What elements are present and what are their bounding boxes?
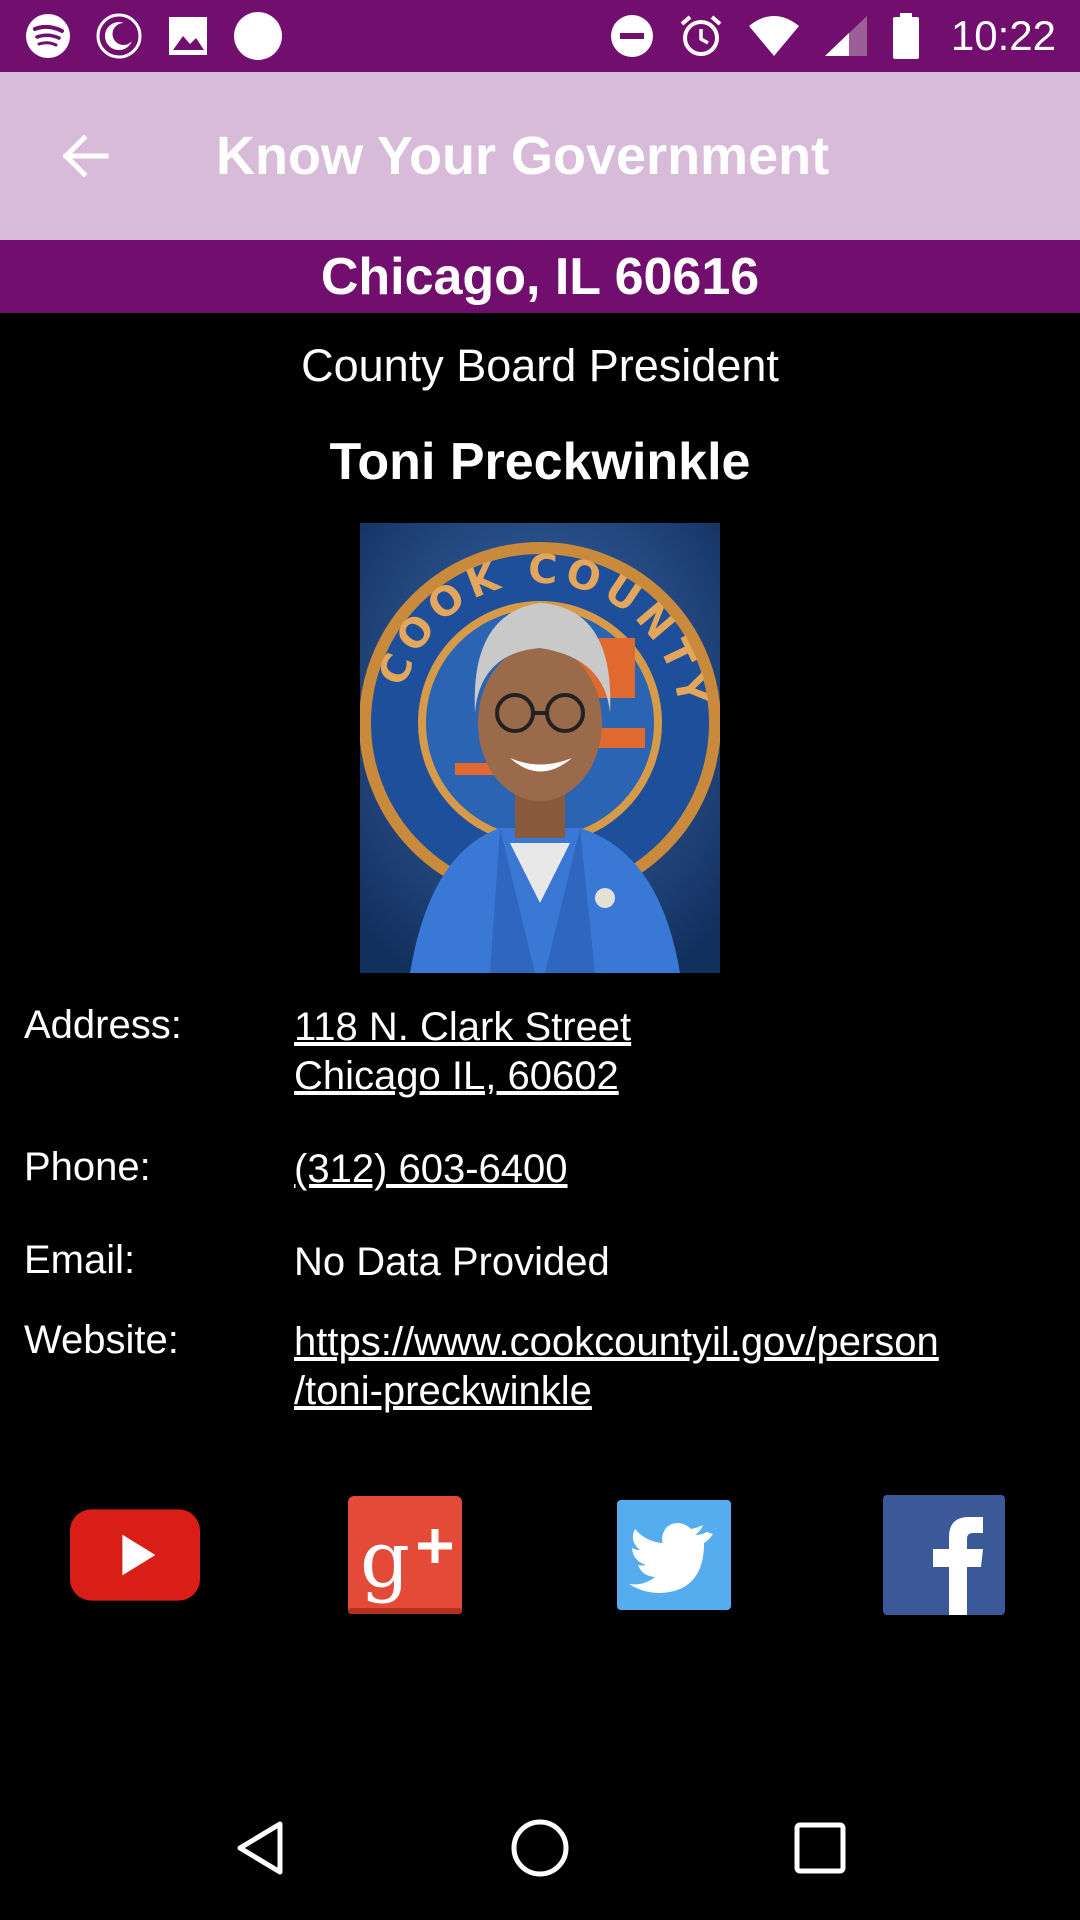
email-label: Email:	[24, 1238, 136, 1282]
battery-icon	[892, 13, 919, 59]
status-time: 10:22	[950, 12, 1056, 59]
recents-square-icon	[794, 1822, 846, 1874]
arrow-left-icon	[62, 134, 109, 178]
address-link[interactable]: 118 N. Clark Street Chicago IL, 60602	[294, 1003, 631, 1101]
app-title: Know Your Government	[216, 126, 830, 186]
youtube-button[interactable]	[70, 1490, 200, 1620]
phone-link[interactable]: (312) 603-6400	[294, 1145, 568, 1194]
website-row: Website: https://www.cookcountyil.gov/pe…	[24, 1318, 1064, 1418]
nav-recents-button[interactable]	[760, 1788, 880, 1908]
address-line-1: 118 N. Clark Street	[294, 1005, 632, 1049]
google-plus-icon: g	[348, 1496, 462, 1614]
location-bar: Chicago, IL 60616	[0, 240, 1080, 313]
google-plus-button[interactable]: g	[340, 1490, 470, 1620]
circle-icon	[234, 12, 282, 60]
status-icons-left	[24, 10, 284, 62]
svg-text:g: g	[360, 1515, 410, 1605]
facebook-button[interactable]	[879, 1490, 1009, 1620]
back-button[interactable]	[0, 72, 168, 240]
status-icons-right: 10:22	[609, 12, 1056, 60]
wifi-icon	[748, 16, 799, 56]
address-line-2: Chicago IL, 60602	[294, 1054, 619, 1098]
phone-row: Phone: (312) 603-6400	[24, 1145, 1064, 1205]
email-value: No Data Provided	[294, 1240, 610, 1284]
alarm-icon	[680, 15, 722, 56]
app-bar: Know Your Government	[0, 72, 1080, 240]
nav-home-button[interactable]	[480, 1788, 600, 1908]
twitter-button[interactable]	[609, 1490, 739, 1620]
email-row: Email: No Data Provided	[24, 1238, 1064, 1298]
status-bar: 10:22	[0, 0, 1080, 72]
facebook-icon	[883, 1495, 1005, 1615]
image-icon	[169, 17, 207, 55]
back-triangle-icon	[237, 1821, 283, 1875]
official-name: Toni Preckwinkle	[329, 433, 751, 491]
website-link[interactable]: https://www.cookcountyil.gov/person /ton…	[294, 1318, 939, 1416]
navigation-bar	[0, 1776, 1080, 1920]
address-label: Address:	[24, 1003, 182, 1047]
spotify-icon	[26, 14, 70, 58]
website-line-1: https://www.cookcountyil.gov/person	[294, 1320, 939, 1364]
twitter-icon	[617, 1500, 731, 1610]
office-title: County Board President	[301, 340, 779, 391]
do-not-disturb-icon	[610, 15, 653, 57]
signal-icon	[824, 16, 867, 56]
website-line-2: /toni-preckwinkle	[294, 1369, 592, 1413]
moon-icon	[96, 13, 142, 59]
youtube-icon	[70, 1509, 200, 1601]
home-circle-icon	[511, 1819, 569, 1877]
phone-label: Phone:	[24, 1145, 151, 1189]
website-label: Website:	[24, 1318, 179, 1362]
official-photo: COOK COUNTY	[360, 523, 720, 973]
address-row: Address: 118 N. Clark Street Chicago IL,…	[24, 1003, 1064, 1103]
nav-back-button[interactable]	[200, 1788, 320, 1908]
location-text: Chicago, IL 60616	[320, 247, 760, 306]
